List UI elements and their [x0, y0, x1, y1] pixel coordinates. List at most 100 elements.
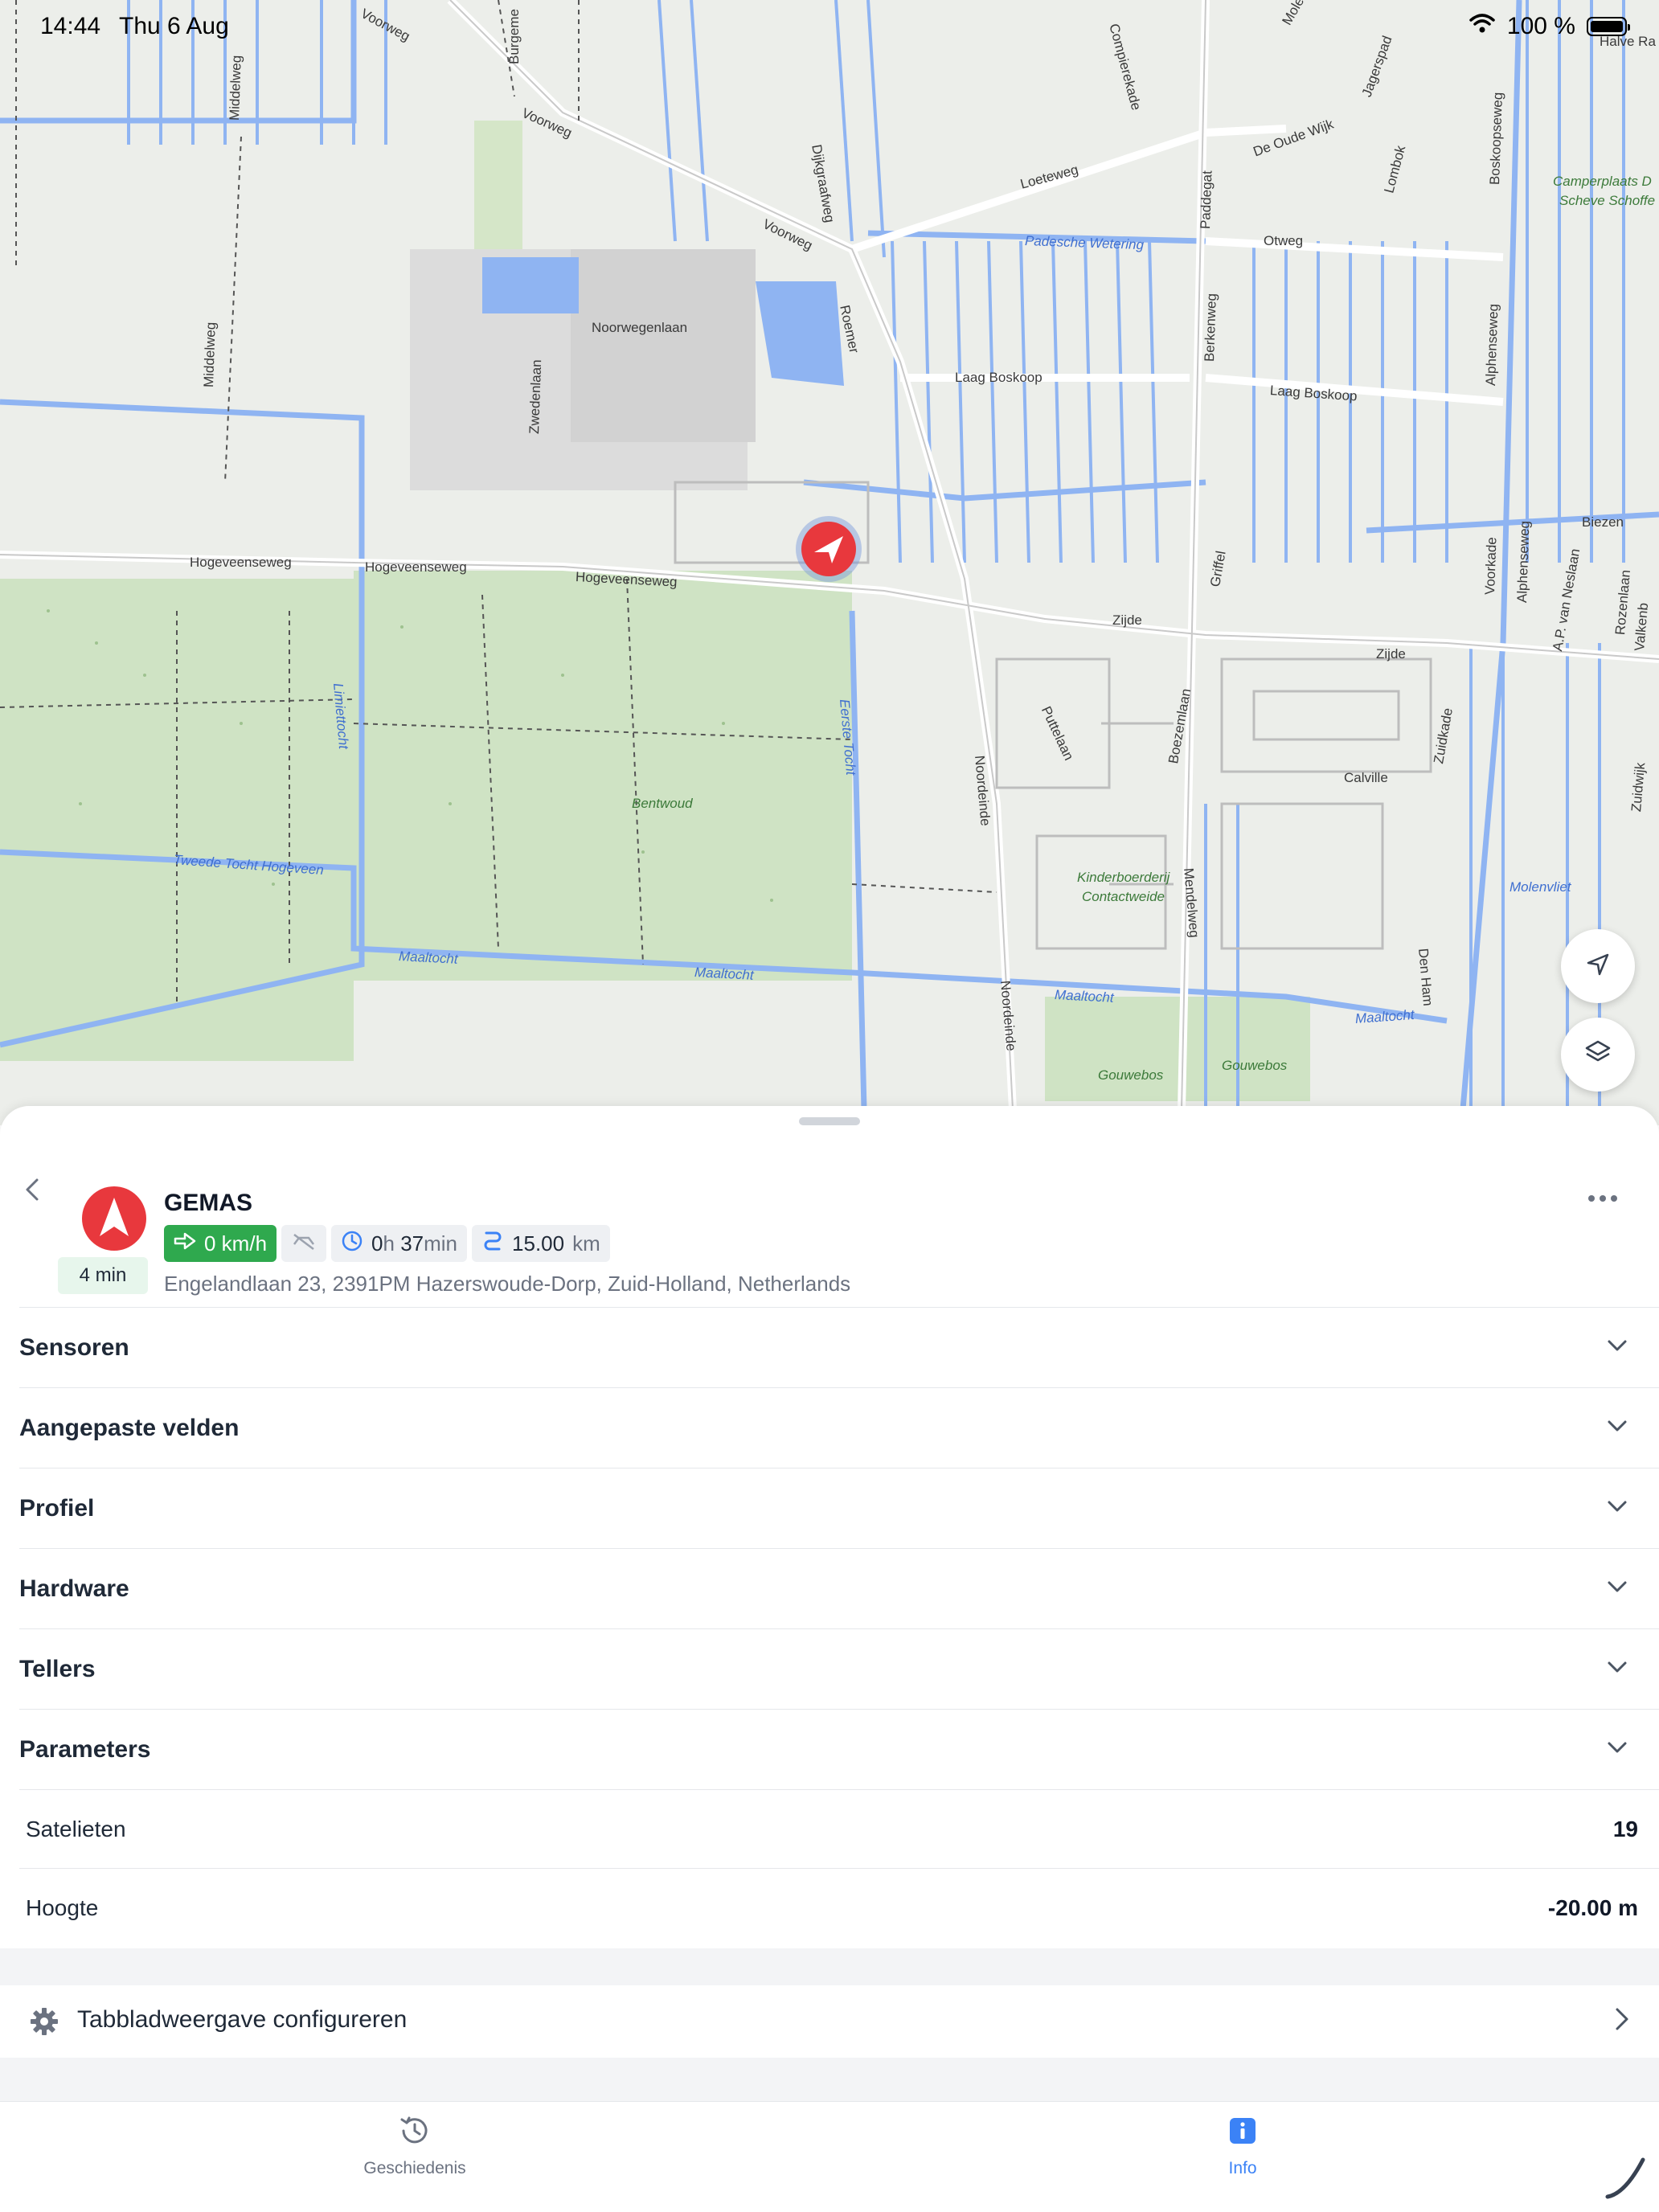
chevron-down-icon	[1606, 1419, 1628, 1437]
section-tellers[interactable]: Tellers	[19, 1628, 1659, 1709]
map-label: Maaltocht	[1054, 987, 1115, 1006]
configure-tabs-label: Tabbladweergave configureren	[77, 2006, 408, 2033]
sheet-grabber-handle[interactable]	[799, 1117, 860, 1125]
navigation-arrow-icon	[1585, 952, 1611, 981]
map-label: Hogeveenseweg	[190, 555, 292, 570]
device-avatar	[82, 1186, 146, 1251]
map-label: Molenvliet	[1509, 879, 1571, 895]
history-icon	[397, 2113, 432, 2153]
chevron-down-icon	[1606, 1740, 1628, 1759]
duration-minutes-unit: min	[424, 1231, 458, 1256]
status-indicators: 100 %	[1469, 13, 1630, 40]
chevron-left-icon	[24, 1177, 40, 1206]
section-label: Tellers	[19, 1655, 96, 1682]
duration-chip: 0h 37min	[331, 1225, 468, 1262]
section-label: Aangepaste velden	[19, 1414, 240, 1441]
device-status-chips: 0 km/h 0h 37min 15.00 km	[164, 1225, 610, 1262]
map-label: Contactweide	[1082, 889, 1165, 904]
map-label: Middelweg	[227, 55, 244, 121]
configure-tabs-row[interactable]: Tabbladweergave configureren	[0, 1985, 1659, 2058]
navigation-arrow-icon	[98, 1196, 130, 1242]
chevron-down-icon	[1606, 1660, 1628, 1678]
map-label: Paddegat	[1198, 170, 1215, 230]
map-label: Berkenweg	[1202, 293, 1219, 363]
chevron-right-icon	[1614, 2006, 1630, 2036]
tab-info[interactable]: Info	[1146, 2113, 1339, 2178]
map-label: Zijde	[1112, 612, 1142, 628]
engine-off-icon	[291, 1231, 317, 1256]
vehicle-marker-arrow-icon	[801, 522, 856, 576]
section-profiel[interactable]: Profiel	[19, 1468, 1659, 1548]
section-aangepaste-velden[interactable]: Aangepaste velden	[19, 1387, 1659, 1468]
clock-icon	[341, 1230, 363, 1258]
param-value: 19	[1612, 1816, 1638, 1841]
map-label: Scheve Schoffe	[1559, 193, 1656, 208]
ignition-chip	[281, 1225, 327, 1262]
duration-hours: 0	[371, 1231, 383, 1256]
param-row-satelieten: Satelieten 19	[19, 1789, 1659, 1868]
map-label: Noorwegenlaan	[592, 320, 688, 335]
param-value: -20.00 m	[1547, 1895, 1638, 1920]
map-label: Kinderboerderij	[1077, 870, 1170, 885]
more-dots-icon	[1588, 1195, 1595, 1202]
vehicle-marker[interactable]	[796, 516, 862, 582]
section-label: Sensoren	[19, 1333, 129, 1361]
map-label: Otweg	[1264, 233, 1304, 248]
speed-value: 0 km/h	[204, 1231, 268, 1256]
map-label: Zwedenlaan	[526, 359, 545, 435]
details-sections: Sensoren Aangepaste velden Profiel Hardw…	[0, 1307, 1659, 1947]
last-update-badge: 4 min	[58, 1257, 148, 1294]
map-label: Gouwebos	[1098, 1067, 1164, 1083]
tab-bar: Geschiedenis Info	[0, 2101, 1659, 2212]
status-bar: 14:44 Thu 6 Aug 100 %	[0, 0, 1659, 51]
info-icon	[1225, 2113, 1260, 2153]
map-label: Biezen	[1582, 514, 1624, 530]
home-indicator-icon	[1601, 2153, 1649, 2206]
status-date: Thu 6 Aug	[119, 13, 229, 39]
map-label: Gouwebos	[1222, 1058, 1288, 1073]
map-view[interactable]: Voorweg Voorweg Voorweg Burgeme Middelwe…	[0, 0, 1659, 1125]
layers-icon	[1582, 1037, 1614, 1073]
param-row-hoogte: Hoogte -20.00 m	[19, 1868, 1659, 1947]
locate-button[interactable]	[1561, 929, 1635, 1003]
tab-geschiedenis[interactable]: Geschiedenis	[318, 2113, 511, 2178]
param-label: Hoogte	[26, 1895, 99, 1920]
duration-hours-unit: h	[383, 1231, 395, 1256]
arrow-right-icon	[174, 1231, 196, 1256]
distance-chip: 15.00 km	[472, 1225, 610, 1262]
section-label: Hardware	[19, 1575, 129, 1602]
map-label: Bentwoud	[632, 796, 693, 811]
map-layers-button[interactable]	[1561, 1018, 1635, 1092]
route-icon	[481, 1230, 504, 1258]
more-options-button[interactable]	[1579, 1186, 1627, 1210]
section-sensoren[interactable]: Sensoren	[19, 1307, 1659, 1387]
back-button[interactable]	[16, 1167, 48, 1215]
battery-percentage: 100 %	[1506, 13, 1575, 39]
section-parameters[interactable]: Parameters	[19, 1709, 1659, 1789]
distance-value: 15.00	[512, 1231, 565, 1256]
status-time: 14:44	[40, 13, 101, 39]
distance-unit: km	[572, 1231, 600, 1256]
tab-label: Geschiedenis	[363, 2159, 466, 2177]
map-label: Alphenseweg	[1483, 303, 1501, 387]
wifi-icon	[1469, 13, 1496, 40]
tab-label: Info	[1228, 2159, 1257, 2177]
section-hardware[interactable]: Hardware	[19, 1548, 1659, 1628]
section-label: Profiel	[19, 1494, 95, 1522]
map-label: Voorkade	[1482, 536, 1500, 596]
device-name: GEMAS	[164, 1190, 253, 1216]
device-header: 4 min GEMAS 0 km/h 0h 37min 15.00 km Eng…	[0, 1138, 1659, 1307]
map-label: Boskoopseweg	[1487, 92, 1506, 186]
param-label: Satelieten	[26, 1816, 126, 1841]
device-address: Engelandlaan 23, 2391PM Hazerswoude-Dorp…	[164, 1272, 851, 1296]
map-label: Camperplaats D	[1553, 174, 1652, 189]
battery-icon	[1587, 17, 1630, 36]
map-label: Calville	[1344, 770, 1388, 785]
map-label: Middelweg	[201, 322, 219, 388]
chevron-down-icon	[1606, 1579, 1628, 1598]
map-label: Maaltocht	[398, 948, 459, 967]
chevron-down-icon	[1606, 1338, 1628, 1357]
map-label: Maaltocht	[694, 965, 755, 983]
speed-chip: 0 km/h	[164, 1225, 277, 1262]
map-label: Hogeveenseweg	[365, 559, 467, 575]
